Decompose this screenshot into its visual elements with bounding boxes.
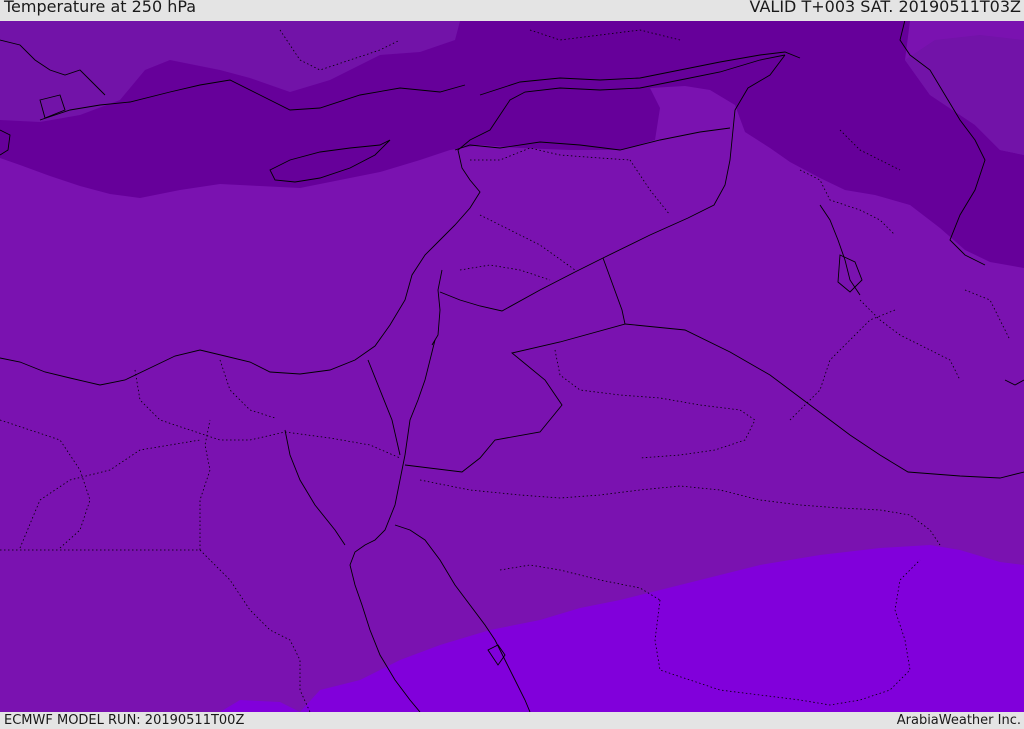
valid-time: VALID T+003 SAT. 20190511T03Z: [749, 0, 1021, 16]
credit-label: ArabiaWeather Inc.: [896, 713, 1021, 728]
map-svg: [0, 21, 1024, 712]
map-title: Temperature at 250 hPa: [4, 0, 197, 16]
header-bar: Temperature at 250 hPa VALID T+003 SAT. …: [0, 0, 1024, 21]
map-canvas: [0, 21, 1024, 712]
footer-bar: ECMWF MODEL RUN: 20190511T00Z ArabiaWeat…: [0, 712, 1024, 729]
model-run-label: ECMWF MODEL RUN: 20190511T00Z: [4, 713, 245, 728]
